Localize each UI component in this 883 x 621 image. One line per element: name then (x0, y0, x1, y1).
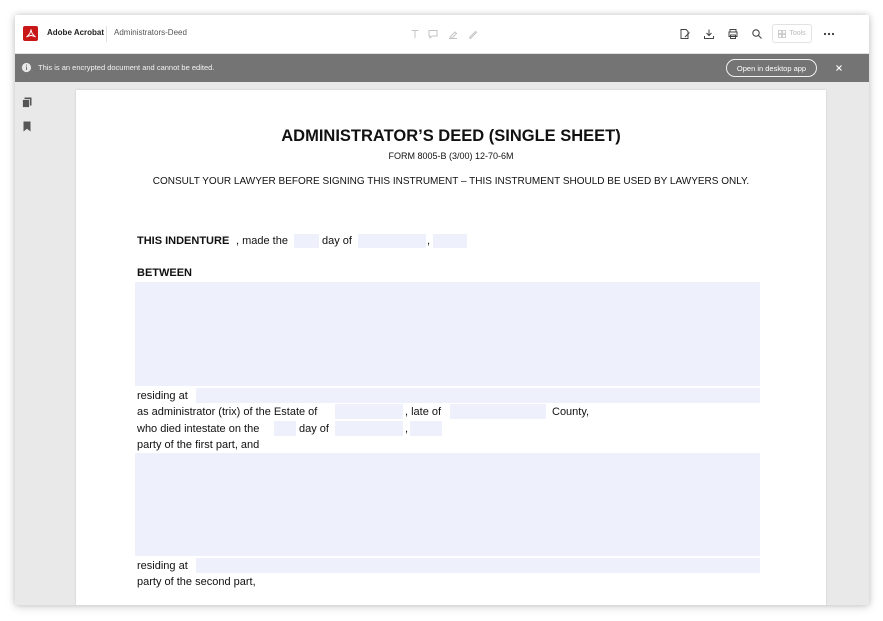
lawyer-notice: CONSULT YOUR LAWYER BEFORE SIGNING THIS … (152, 176, 750, 187)
administrator-text: as administrator (trix) of the Estate of (137, 406, 318, 418)
second-party-name-field[interactable] (135, 453, 760, 556)
death-month-field[interactable] (335, 421, 403, 436)
residing-at-label-2: residing at (137, 560, 188, 572)
indenture-month-field[interactable] (358, 234, 426, 248)
document-page: ADMINISTRATOR’S DEED (SINGLE SHEET) FORM… (76, 90, 826, 605)
tools-label: Tools (789, 30, 806, 37)
second-party-address-field[interactable] (196, 558, 760, 573)
death-day-field[interactable] (274, 421, 296, 436)
second-part-text: party of the second part, (137, 576, 256, 588)
died-intestate-text: who died intestate on the (137, 423, 260, 435)
between-heading: BETWEEN (137, 267, 192, 279)
first-party-address-field[interactable] (196, 388, 760, 403)
top-toolbar: Adobe Acrobat Administrators-Deed Tools (15, 15, 869, 54)
app-name: Adobe Acrobat (47, 28, 105, 37)
late-of-text: , late of (405, 406, 442, 418)
close-icon (836, 65, 842, 71)
highlight-icon[interactable] (445, 26, 461, 42)
more-icon[interactable] (821, 26, 837, 42)
text-tool-icon[interactable] (407, 26, 423, 42)
page-thumbnails-icon[interactable] (21, 96, 33, 108)
estate-of-field[interactable] (335, 404, 403, 419)
notice-message: This is an encrypted document and cannot… (38, 63, 215, 72)
draw-icon[interactable] (465, 26, 481, 42)
residing-at-label: residing at (137, 390, 188, 402)
close-notice-button[interactable] (832, 61, 846, 75)
death-year-field[interactable] (410, 421, 442, 436)
open-in-desktop-button[interactable]: Open in desktop app (726, 59, 817, 77)
indenture-heading: THIS INDENTURE (137, 235, 230, 247)
first-party-name-field[interactable] (135, 282, 760, 386)
comment-icon[interactable] (425, 26, 441, 42)
download-icon[interactable] (701, 26, 717, 42)
print-icon[interactable] (725, 26, 741, 42)
indenture-day-field[interactable] (294, 234, 319, 248)
encrypted-notice-bar: This is an encrypted document and cannot… (15, 54, 869, 82)
death-day-of-text: day of (299, 423, 329, 435)
bookmark-icon[interactable] (21, 120, 33, 132)
indenture-comma: , (427, 235, 431, 247)
first-part-text: party of the first part, and (137, 439, 260, 451)
indenture-made-text: , made the (236, 235, 288, 247)
search-icon[interactable] (749, 26, 765, 42)
title-divider (106, 26, 107, 42)
tools-button[interactable]: Tools (772, 24, 812, 43)
indenture-day-of-text: day of (322, 235, 352, 247)
tools-grid-icon (778, 29, 787, 38)
acrobat-window: Adobe Acrobat Administrators-Deed Tools … (15, 15, 869, 605)
late-of-field[interactable] (450, 404, 546, 419)
acrobat-logo-icon (23, 26, 38, 41)
document-title: ADMINISTRATOR’S DEED (SINGLE SHEET) (281, 127, 621, 145)
county-text: County, (552, 406, 590, 418)
indenture-year-field[interactable] (433, 234, 467, 248)
info-icon (21, 62, 32, 73)
form-number: FORM 8005-B (3/00) 12-70-6M (388, 151, 514, 161)
document-name[interactable]: Administrators-Deed (114, 28, 187, 37)
left-rail (15, 82, 41, 605)
death-comma: , (405, 423, 409, 435)
edit-sign-icon[interactable] (677, 26, 693, 42)
